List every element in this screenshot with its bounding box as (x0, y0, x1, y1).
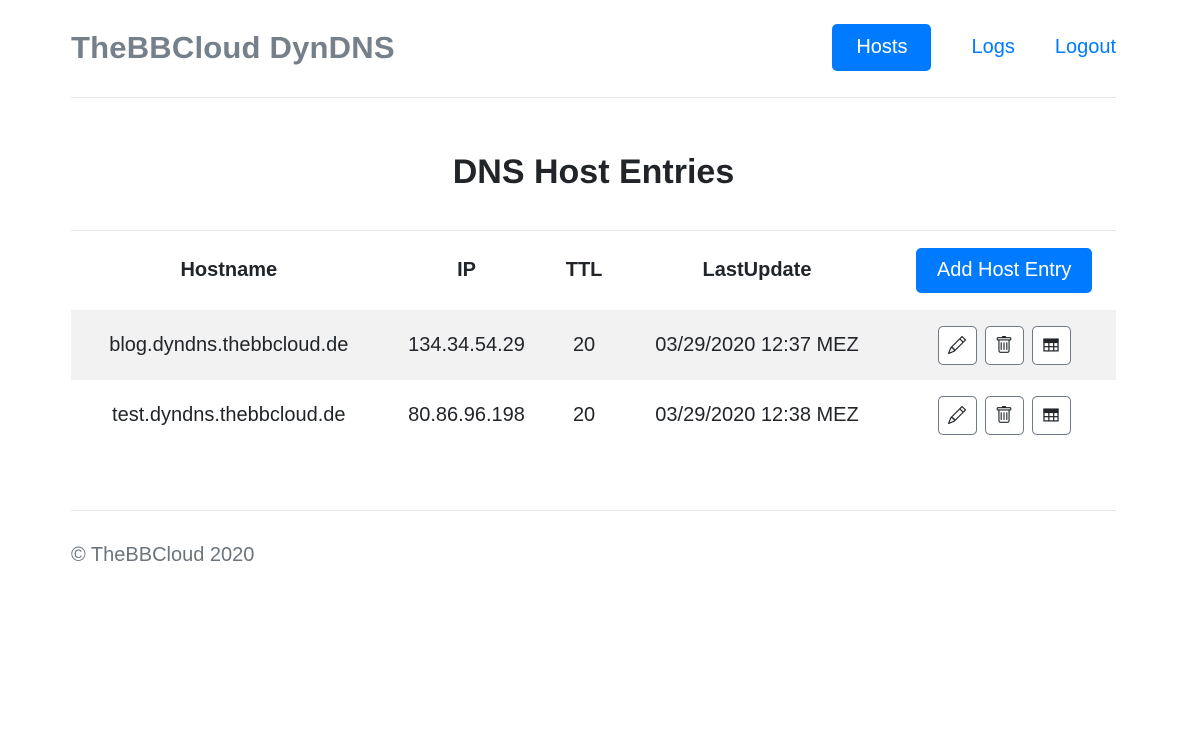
cell-hostname: test.dyndns.thebbcloud.de (71, 380, 387, 450)
pencil-icon (948, 336, 966, 354)
delete-button[interactable] (985, 326, 1024, 365)
column-header-ttl: TTL (546, 231, 621, 311)
add-host-entry-button[interactable]: Add Host Entry (916, 248, 1093, 293)
brand-title[interactable]: TheBBCloud DynDNS (71, 30, 395, 66)
cell-ttl: 20 (546, 310, 621, 380)
main-nav: Hosts Logs Logout (832, 24, 1116, 71)
page-title: DNS Host Entries (71, 153, 1116, 192)
table-row: test.dyndns.thebbcloud.de 80.86.96.198 2… (71, 380, 1116, 450)
dns-host-table: Hostname IP TTL LastUpdate Add Host Entr… (71, 230, 1116, 450)
row-action-group (934, 396, 1075, 435)
pencil-icon (948, 406, 966, 424)
copyright-text: © TheBBCloud 2020 (71, 544, 254, 566)
delete-button[interactable] (985, 396, 1024, 435)
trash-icon (995, 406, 1013, 424)
site-footer: © TheBBCloud 2020 (71, 511, 1116, 600)
column-header-actions: Add Host Entry (892, 231, 1116, 311)
table-icon (1042, 336, 1060, 354)
trash-icon (995, 336, 1013, 354)
nav-item-logs[interactable]: Logs (971, 26, 1014, 69)
cell-hostname: blog.dyndns.thebbcloud.de (71, 310, 387, 380)
table-header: Hostname IP TTL LastUpdate Add Host Entr… (71, 231, 1116, 311)
cell-ttl: 20 (546, 380, 621, 450)
edit-button[interactable] (938, 326, 977, 365)
cell-ip: 134.34.54.29 (387, 310, 547, 380)
row-action-group (934, 326, 1075, 365)
table-row: blog.dyndns.thebbcloud.de 134.34.54.29 2… (71, 310, 1116, 380)
table-icon (1042, 406, 1060, 424)
column-header-lastupdate: LastUpdate (622, 231, 893, 311)
site-header: TheBBCloud DynDNS Hosts Logs Logout (71, 0, 1116, 98)
cell-ip: 80.86.96.198 (387, 380, 547, 450)
column-header-ip: IP (387, 231, 547, 311)
cell-lastupdate: 03/29/2020 12:37 MEZ (622, 310, 893, 380)
records-button[interactable] (1032, 396, 1071, 435)
cell-lastupdate: 03/29/2020 12:38 MEZ (622, 380, 893, 450)
table-body: blog.dyndns.thebbcloud.de 134.34.54.29 2… (71, 310, 1116, 450)
nav-item-hosts[interactable]: Hosts (832, 24, 931, 71)
edit-button[interactable] (938, 396, 977, 435)
cell-actions (892, 310, 1116, 380)
cell-actions (892, 380, 1116, 450)
column-header-hostname: Hostname (71, 231, 387, 311)
page-container: TheBBCloud DynDNS Hosts Logs Logout DNS … (71, 0, 1116, 600)
nav-item-logout[interactable]: Logout (1055, 26, 1116, 69)
records-button[interactable] (1032, 326, 1071, 365)
table-header-row: Hostname IP TTL LastUpdate Add Host Entr… (71, 231, 1116, 311)
